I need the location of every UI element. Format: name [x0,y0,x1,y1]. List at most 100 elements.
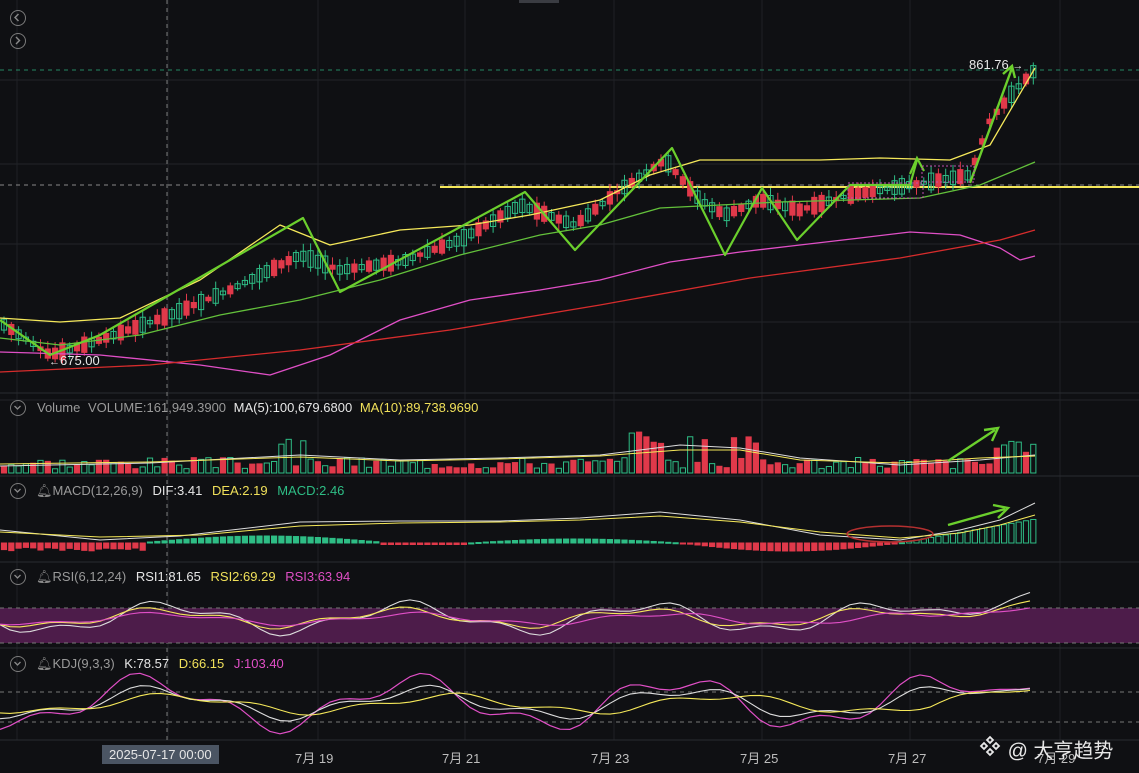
macd-bar [52,542,59,549]
volume-bar [533,467,540,474]
volume-bar [424,467,431,474]
candle [913,180,920,188]
candle [417,252,424,257]
macd-bar [30,542,37,549]
volume-bar [920,459,927,474]
macd-bar [22,542,29,548]
volume-bar [1030,443,1037,474]
macd-bar [665,541,672,544]
macd-bar [949,533,957,544]
candle [760,193,767,208]
macd-bar [971,529,978,544]
volume-bar [555,467,562,474]
macd-bar [1001,524,1008,544]
macd-bar [833,542,840,550]
volume-bar [672,461,679,474]
volume-bar [730,437,738,474]
macd-arrow [947,507,1006,527]
x-tick-label: 7月 25 [740,751,779,766]
macd-bar [125,542,132,550]
macd-bar [723,542,730,549]
macd-bar [811,542,818,552]
volume-bar [869,458,876,474]
macd-bar [1008,522,1015,544]
macd-bar [511,540,519,544]
volume-bar [263,462,270,474]
volume-bar [365,466,373,474]
macd-bar [679,542,686,545]
macd-bar [15,542,22,549]
macd-bar [628,539,635,544]
volume-bar [723,467,730,474]
candle [431,245,438,253]
bell-icon[interactable]: 🔔︎ [36,656,53,671]
bell-icon[interactable]: 🔔︎ [36,569,53,584]
macd-bar [482,541,489,544]
volume-bar [490,467,497,474]
volume-bar [373,460,380,474]
macd-bar [234,535,241,544]
macd-bar [1022,520,1030,544]
volume-bar [212,467,219,474]
kdj-j-line [0,672,1031,735]
macd-bar [928,537,935,544]
candle [818,194,825,213]
macd-bar [256,535,263,544]
macd-bar [176,539,183,544]
candle [855,187,862,200]
volume-bar [358,457,365,474]
chevron-left-icon[interactable] [10,10,26,26]
macd-bar [526,539,533,544]
volume-bar [380,459,387,474]
macd-bar [986,526,993,544]
candle [592,203,599,215]
macd-bar [935,535,942,544]
macd-bar [103,542,110,549]
collapse-volume-icon[interactable] [10,400,26,416]
macd-bar [110,542,117,550]
macd-bar [329,537,336,544]
volume-bar [752,442,759,474]
volume-bar [847,467,854,474]
macd-bar [563,538,570,544]
macd-bar [592,538,599,544]
volume-bar [88,464,95,474]
collapse-kdj-icon[interactable] [10,656,26,672]
macd-bar [212,536,219,544]
macd-bar [446,542,453,545]
macd-bar [818,542,825,551]
macd-bar [475,541,482,544]
kdj-d-line [0,689,1031,716]
macd-bar [606,539,613,544]
macd-bar [241,535,249,544]
volume-bar [650,441,657,474]
macd-bar [37,542,44,551]
volume-bar [563,461,570,474]
volume-bar [271,460,278,474]
candle [438,239,446,254]
kdj-header: 🔔︎KDJ(9,3,3) K:78.57 D:66.15 J:103.40 [36,656,284,671]
volume-bar [694,461,701,474]
volume-bar [395,460,402,474]
macd-bar [358,540,365,544]
collapse-macd-icon[interactable] [10,483,26,499]
volume-bar [643,436,650,474]
macd-bar [767,542,774,552]
volume-bar [1015,441,1022,474]
arrow-head [908,155,925,175]
collapse-rsi-icon[interactable] [10,569,26,585]
macd-bar [0,542,8,551]
macd-bar [409,542,416,545]
macd-bar [862,542,869,548]
chevron-right-icon[interactable] [10,33,26,49]
volume-bar [132,468,139,474]
volume-bar [949,468,957,474]
macd-bar [942,534,949,544]
macd-bar [964,530,971,544]
candle [278,260,285,269]
candle [329,264,336,270]
bell-icon[interactable]: 🔔︎ [36,483,53,498]
volume-bar [460,467,467,474]
volume-bar [198,458,205,474]
volume-bar [862,462,869,474]
